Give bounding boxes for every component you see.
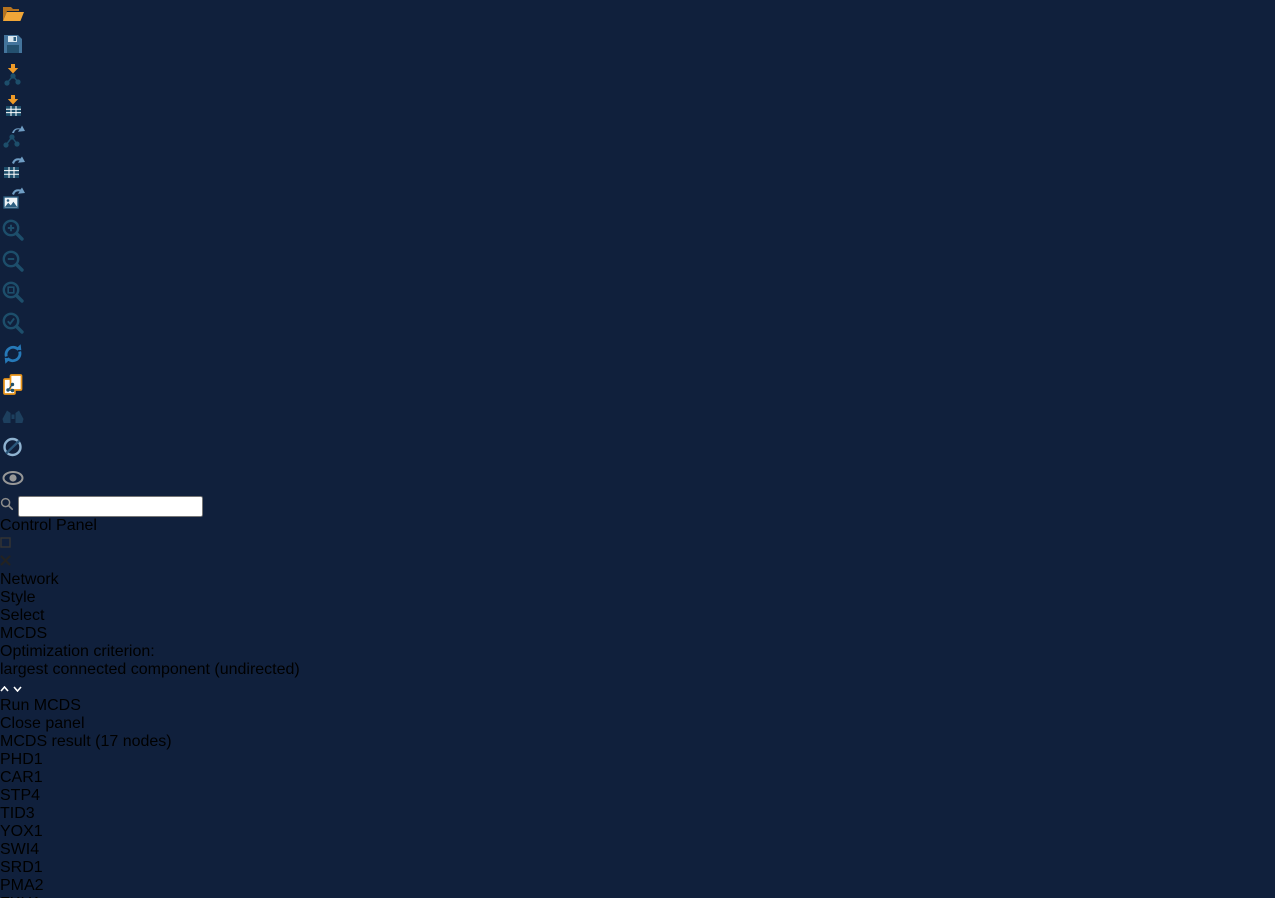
list-item[interactable]: PHD1 [0,751,1275,769]
tab-mcds[interactable]: MCDS [0,625,1275,643]
zoom-fit-button[interactable] [0,279,1275,310]
list-item[interactable]: SRD1 [0,859,1275,877]
mcds-result-title: MCDS result (17 nodes) [0,733,1275,751]
export-image-button[interactable] [0,186,1275,217]
mcds-result-group: MCDS result (17 nodes) PHD1 CAR1 STP4 TI… [0,733,1275,898]
main-toolbar [0,0,1275,517]
clone-network-button[interactable] [0,372,1275,403]
tab-select[interactable]: Select [0,607,1275,625]
toolbar-search[interactable] [0,496,1275,517]
zoom-out-button[interactable] [0,248,1275,279]
select-stepper [0,679,1275,697]
open-session-button[interactable] [0,0,1275,31]
import-network-button[interactable] [0,62,1275,93]
vizmapper-button[interactable] [0,434,1275,465]
list-item[interactable]: TID3 [0,805,1275,823]
tab-style[interactable]: Style [0,589,1275,607]
criterion-selected-value: largest connected component (undirected) [0,661,1275,679]
desktop-wallpaper-strip [0,40,4,893]
refresh-view-button[interactable] [0,341,1275,372]
list-item[interactable]: SWI4 [0,841,1275,859]
list-item[interactable]: CAR1 [0,769,1275,787]
run-mcds-button[interactable]: Run MCDS [0,697,1275,715]
control-panel-close-button[interactable] [0,553,1275,571]
chevron-down-icon [13,686,22,692]
export-table-button[interactable] [0,155,1275,186]
zoom-in-button[interactable] [0,217,1275,248]
search-network-button[interactable] [0,403,1275,434]
optimization-criterion-label: Optimization criterion: [0,643,1275,661]
import-table-button[interactable] [0,93,1275,124]
tab-network[interactable]: Network [0,571,1275,589]
control-panel-float-button[interactable] [0,535,1275,553]
open-folder-icon [0,0,26,26]
mcds-result-list[interactable]: PHD1 CAR1 STP4 TID3 YOX1 SWI4 SRD1 PMA2 … [0,751,1275,898]
mcds-buttons: Run MCDS Close panel [0,697,1275,733]
zoom-selected-button[interactable] [0,310,1275,341]
list-item[interactable]: YOX1 [0,823,1275,841]
show-hide-button[interactable] [0,465,1275,496]
list-item[interactable]: PMA2 [0,877,1275,895]
export-network-button[interactable] [0,124,1275,155]
control-panel-tabs: Network Style Select MCDS [0,571,1275,643]
search-input[interactable] [18,496,203,517]
close-panel-button[interactable]: Close panel [0,715,1275,733]
app-window: Control Panel Network Style Select MCDS … [0,0,1275,898]
mcds-panel: Optimization criterion: largest connecte… [0,643,1275,898]
control-panel-title: Control Panel [0,517,1275,535]
criterion-select[interactable]: largest connected component (undirected) [0,661,1275,697]
control-panel: Control Panel Network Style Select MCDS … [0,517,1275,898]
save-session-button[interactable] [0,31,1275,62]
list-item[interactable]: STP4 [0,787,1275,805]
